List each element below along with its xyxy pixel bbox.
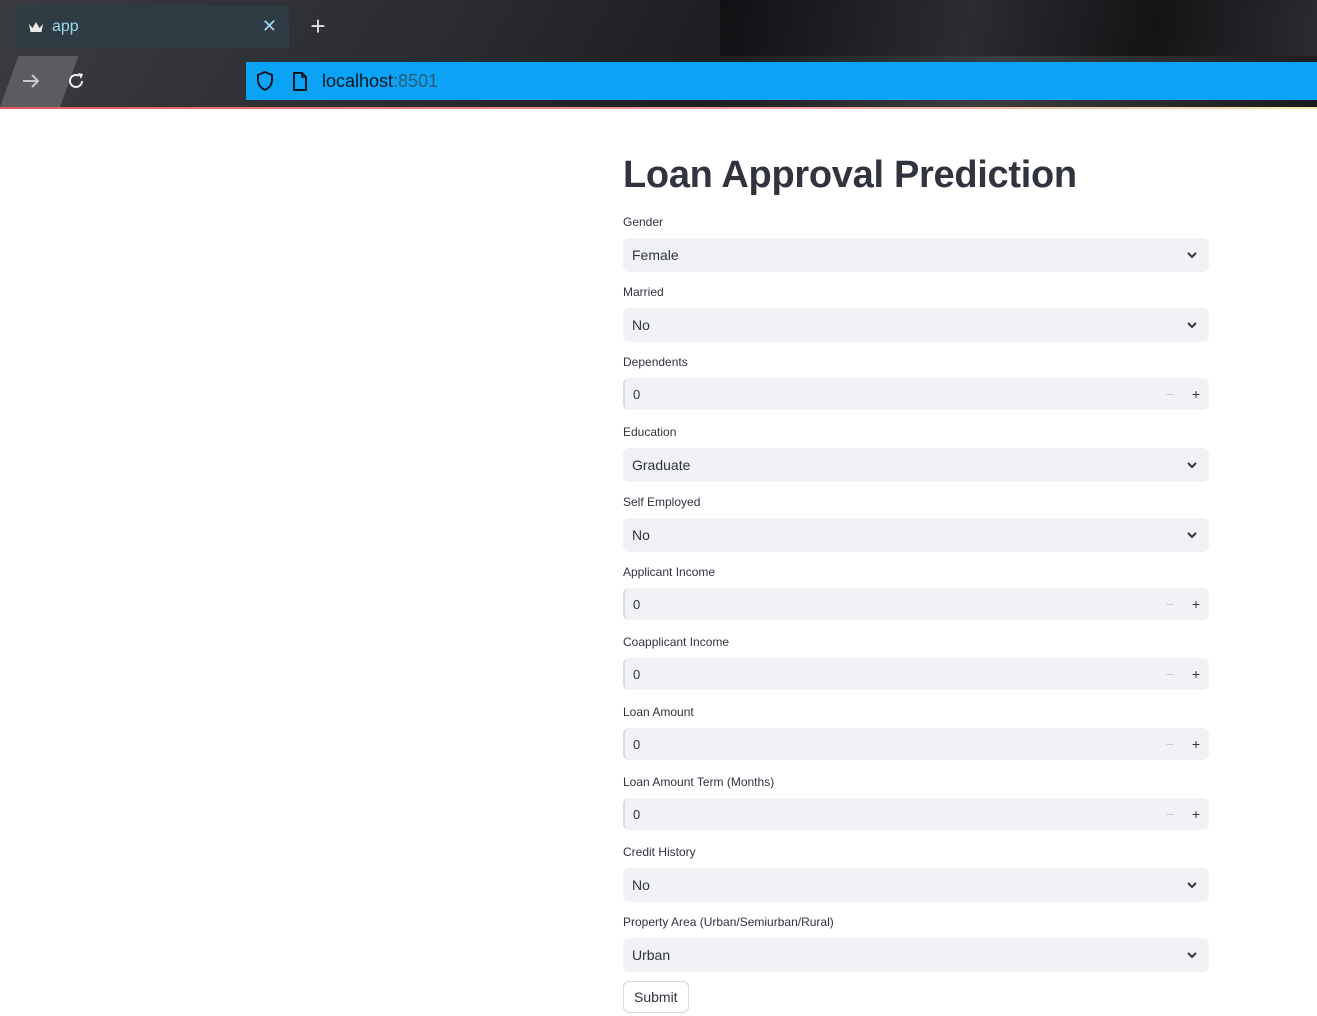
- coapplicant-income-input[interactable]: [631, 665, 1157, 683]
- tab-title: app: [52, 18, 79, 35]
- arrow-right-icon[interactable]: [19, 69, 43, 93]
- dependents-input[interactable]: [631, 385, 1157, 403]
- chevron-down-icon: [1186, 949, 1198, 961]
- browser-chrome: app ✕ + localhost:8501: [0, 0, 1317, 107]
- browser-tab[interactable]: app ✕: [15, 6, 289, 48]
- select-value: No: [632, 527, 650, 543]
- plus-icon[interactable]: +: [1183, 798, 1209, 830]
- reload-icon[interactable]: [64, 69, 88, 93]
- self-employed-select[interactable]: No: [623, 518, 1209, 552]
- select-value: Graduate: [632, 457, 691, 473]
- loan-term-field: Loan Amount Term (Months) − +: [623, 774, 1209, 830]
- minus-icon[interactable]: −: [1157, 728, 1183, 760]
- education-field: Education Graduate: [623, 424, 1209, 482]
- minus-icon[interactable]: −: [1157, 378, 1183, 410]
- field-label: Loan Amount: [623, 705, 694, 719]
- loan-amount-number-input: − +: [623, 728, 1209, 760]
- submit-button[interactable]: Submit: [623, 981, 689, 1013]
- plus-icon[interactable]: +: [306, 13, 330, 39]
- page-title: Loan Approval Prediction: [623, 154, 1077, 196]
- property-area-field: Property Area (Urban/Semiurban/Rural) Ur…: [623, 914, 1209, 972]
- page-icon: [292, 71, 310, 91]
- chevron-down-icon: [1186, 249, 1198, 261]
- chrome-background-facet: [720, 0, 1317, 56]
- gender-select[interactable]: Female: [623, 238, 1209, 272]
- applicant-income-input[interactable]: [631, 595, 1157, 613]
- education-select[interactable]: Graduate: [623, 448, 1209, 482]
- chevron-down-icon: [1186, 529, 1198, 541]
- field-label: Education: [623, 425, 677, 439]
- select-value: Urban: [632, 947, 671, 963]
- url-port: :8501: [393, 70, 439, 91]
- select-value: No: [632, 877, 650, 893]
- field-label: Self Employed: [623, 495, 701, 509]
- field-label: Married: [623, 285, 664, 299]
- loan-term-number-input: − +: [623, 798, 1209, 830]
- loan-amount-field: Loan Amount − +: [623, 704, 1209, 760]
- select-value: No: [632, 317, 650, 333]
- chevron-down-icon: [1186, 319, 1198, 331]
- married-field: Married No: [623, 284, 1209, 342]
- field-label: Loan Amount Term (Months): [623, 775, 775, 789]
- plus-icon[interactable]: +: [1183, 728, 1209, 760]
- url-bar[interactable]: localhost:8501: [246, 62, 1317, 100]
- page-load-divider: [0, 107, 1317, 109]
- gender-field: Gender Female: [623, 214, 1209, 272]
- close-icon[interactable]: ✕: [262, 16, 277, 36]
- shield-icon[interactable]: [256, 70, 276, 92]
- field-label: Coapplicant Income: [623, 635, 730, 649]
- chevron-down-icon: [1186, 459, 1198, 471]
- dependents-number-input: − +: [623, 378, 1209, 410]
- plus-icon[interactable]: +: [1183, 378, 1209, 410]
- credit-history-field: Credit History No: [623, 844, 1209, 902]
- applicant-income-field: Applicant Income − +: [623, 564, 1209, 620]
- applicant-income-number-input: − +: [623, 588, 1209, 620]
- field-label: Dependents: [623, 355, 688, 369]
- loan-term-input[interactable]: [631, 805, 1157, 823]
- coapplicant-income-field: Coapplicant Income − +: [623, 634, 1209, 690]
- credit-history-select[interactable]: No: [623, 868, 1209, 902]
- chevron-down-icon: [1186, 879, 1198, 891]
- field-label: Credit History: [623, 845, 696, 859]
- dependents-field: Dependents − +: [623, 354, 1209, 410]
- minus-icon[interactable]: −: [1157, 658, 1183, 690]
- url-text: localhost:8501: [322, 71, 438, 92]
- self-employed-field: Self Employed No: [623, 494, 1209, 552]
- plus-icon[interactable]: +: [1183, 658, 1209, 690]
- crown-icon: [28, 19, 44, 35]
- select-value: Female: [632, 247, 679, 263]
- url-host: localhost: [322, 70, 394, 91]
- property-area-select[interactable]: Urban: [623, 938, 1209, 972]
- plus-icon[interactable]: +: [1183, 588, 1209, 620]
- married-select[interactable]: No: [623, 308, 1209, 342]
- field-label: Gender: [623, 215, 664, 229]
- field-label: Property Area (Urban/Semiurban/Rural): [623, 915, 834, 929]
- field-label: Applicant Income: [623, 565, 716, 579]
- loan-amount-input[interactable]: [631, 735, 1157, 753]
- minus-icon[interactable]: −: [1157, 798, 1183, 830]
- coapplicant-income-number-input: − +: [623, 658, 1209, 690]
- minus-icon[interactable]: −: [1157, 588, 1183, 620]
